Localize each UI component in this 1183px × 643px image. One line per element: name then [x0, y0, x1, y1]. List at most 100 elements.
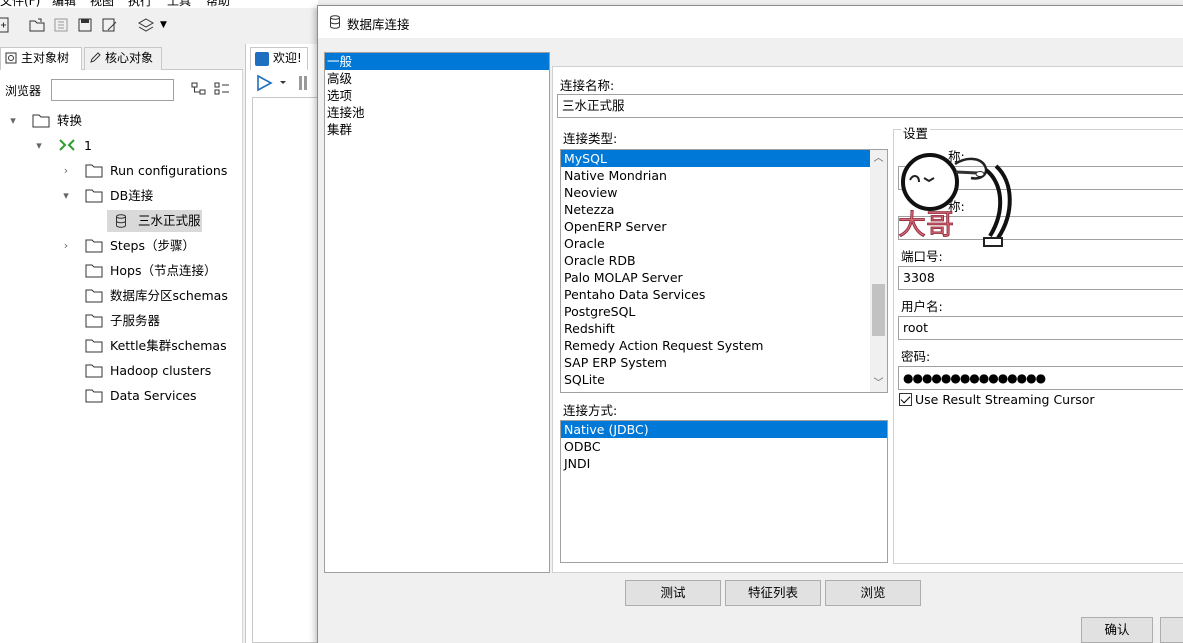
list-item[interactable]: JNDI [561, 455, 887, 472]
access-method-label: 连接方式: [563, 403, 618, 418]
tab-main-object-tree[interactable]: 主对象树 [0, 47, 82, 70]
menu-view[interactable]: 视图 [90, 0, 114, 8]
open-folder-icon[interactable] [28, 16, 46, 34]
left-panel: 主对象树 核心对象 浏览器 ▾ 转换 ▾ 1 › Run configurati… [0, 44, 243, 643]
connection-type-list[interactable]: MySQL Native Mondrian Neoview Netezza Op… [560, 149, 888, 393]
collapse-all-icon[interactable] [214, 82, 230, 96]
ok-button[interactable]: 确认 [1081, 617, 1153, 643]
menu-edit[interactable]: 编辑 [52, 0, 76, 8]
list-item[interactable]: Pentaho Data Services [561, 286, 887, 303]
list-item[interactable]: SAP ERP System [561, 354, 887, 371]
connection-name-label: 连接名称: [560, 78, 615, 93]
menu-help[interactable]: 帮助 [206, 0, 230, 8]
tab-core-objects[interactable]: 核心对象 [84, 47, 162, 70]
expand-all-icon[interactable] [191, 82, 207, 96]
scroll-down-icon[interactable]: ﹀ [870, 375, 887, 392]
scroll-thumb[interactable] [872, 284, 885, 336]
browse-button[interactable]: 浏览 [825, 580, 921, 606]
streaming-cursor-checkbox[interactable] [899, 393, 912, 406]
pause-icon[interactable] [298, 76, 308, 90]
list-item[interactable]: Native Mondrian [561, 167, 887, 184]
explore-repo-icon[interactable] [52, 16, 70, 34]
tree-node-transformations[interactable]: ▾ 转换 [10, 110, 232, 132]
list-item[interactable]: Redshift [561, 320, 887, 337]
category-advanced[interactable]: 高级 [325, 70, 549, 87]
folder-icon [85, 164, 103, 178]
tree-node-partition-schemas[interactable]: 数据库分区schemas [85, 285, 235, 307]
tree-node-label: 转换 [57, 113, 83, 128]
list-item[interactable]: SQLite [561, 371, 887, 388]
folder-icon [85, 289, 103, 303]
connection-type-scrollbar[interactable]: ︿ ﹀ [870, 150, 887, 392]
password-field[interactable]: ●●●●●●●●●●●●●●● [898, 366, 1183, 390]
list-item[interactable]: ODBC [561, 438, 887, 455]
category-options[interactable]: 选项 [325, 87, 549, 104]
feature-list-button[interactable]: 特征列表 [725, 580, 821, 606]
tree-node-run-configurations[interactable]: › Run configurations [64, 160, 235, 182]
category-clustering[interactable]: 集群 [325, 121, 549, 138]
layers-icon[interactable] [137, 16, 155, 34]
tree-node-transform-1[interactable]: ▾ 1 [36, 135, 228, 157]
tree-node-label: 三水正式服 [138, 213, 201, 228]
cancel-button[interactable] [1160, 617, 1183, 643]
pencil-icon [90, 52, 101, 63]
list-item[interactable]: Oracle [561, 235, 887, 252]
category-list[interactable]: 一般 高级 选项 连接池 集群 [324, 52, 550, 573]
tree-node-db-connections[interactable]: ▾ DB连接 [63, 185, 235, 207]
chevron-down-icon[interactable]: ▾ [32, 135, 46, 157]
list-item[interactable]: Neoview [561, 184, 887, 201]
chevron-down-icon[interactable]: ▾ [59, 185, 73, 207]
browser-row: 浏览器 [0, 76, 243, 102]
tree-node-hops[interactable]: Hops（节点连接） [85, 260, 235, 282]
list-item[interactable]: Native (JDBC) [561, 421, 887, 438]
list-item[interactable]: MySQL [561, 150, 872, 167]
dropdown-arrow-icon[interactable]: ▼ [160, 16, 178, 34]
editor-area: 欢迎! [245, 44, 319, 643]
chevron-right-icon[interactable]: › [59, 160, 73, 182]
category-pooling[interactable]: 连接池 [325, 104, 549, 121]
port-field[interactable]: 3308 [898, 266, 1183, 290]
transformation-canvas[interactable] [252, 97, 319, 643]
chevron-right-icon[interactable]: › [59, 235, 73, 257]
folder-icon [85, 364, 103, 378]
tree-node-cluster-schemas[interactable]: Kettle集群schemas [85, 335, 235, 357]
list-item[interactable]: PostgreSQL [561, 303, 887, 320]
tab-welcome[interactable]: 欢迎! [250, 47, 308, 70]
list-item[interactable]: Oracle RDB [561, 252, 887, 269]
list-item[interactable]: Palo MOLAP Server [561, 269, 887, 286]
run-icon[interactable] [256, 74, 288, 92]
save-icon[interactable] [76, 16, 94, 34]
menu-file[interactable]: 文件(F) [0, 0, 40, 8]
scroll-up-icon[interactable]: ︿ [870, 150, 887, 167]
connection-name-field[interactable]: 三水正式服 [557, 94, 1183, 118]
list-item[interactable]: Netezza [561, 201, 887, 218]
menu-run[interactable]: 执行 [128, 0, 152, 8]
tree-node-hadoop-clusters[interactable]: Hadoop clusters [85, 360, 235, 382]
save-as-icon[interactable] [100, 16, 118, 34]
password-label: 密码: [901, 349, 931, 364]
tree-node-sanshui-connection[interactable]: 三水正式服 [107, 210, 202, 232]
test-button[interactable]: 测试 [625, 580, 721, 606]
tree-node-label: Hadoop clusters [110, 363, 212, 378]
chevron-down-icon[interactable]: ▾ [6, 110, 20, 132]
tab-main-label: 主对象树 [21, 51, 70, 65]
category-general[interactable]: 一般 [325, 53, 549, 70]
tree-node-data-services[interactable]: Data Services [85, 385, 235, 407]
tree-node-label: Run configurations [110, 163, 228, 178]
tree-node-steps[interactable]: › Steps（步骤） [64, 235, 235, 257]
new-file-icon[interactable] [0, 16, 12, 34]
tree-node-slave-servers[interactable]: 子服务器 [85, 310, 235, 332]
browser-search-input[interactable] [51, 79, 174, 101]
main-toolbar: ▼ [0, 8, 318, 44]
menu-tools[interactable]: 工具 [167, 0, 191, 8]
tree-node-label: 数据库分区schemas [110, 288, 228, 303]
dialog-titlebar[interactable]: 数据库连接 [318, 6, 1183, 38]
tree-node-label: Kettle集群schemas [110, 338, 227, 353]
access-method-list[interactable]: Native (JDBC) ODBC JNDI [560, 420, 888, 563]
list-item[interactable]: OpenERP Server [561, 218, 887, 235]
dialog-title: 数据库连接 [347, 17, 410, 32]
username-field[interactable]: root [898, 316, 1183, 340]
database-icon [116, 214, 126, 228]
left-tabs: 主对象树 核心对象 [0, 44, 243, 70]
list-item[interactable]: Remedy Action Request System [561, 337, 887, 354]
